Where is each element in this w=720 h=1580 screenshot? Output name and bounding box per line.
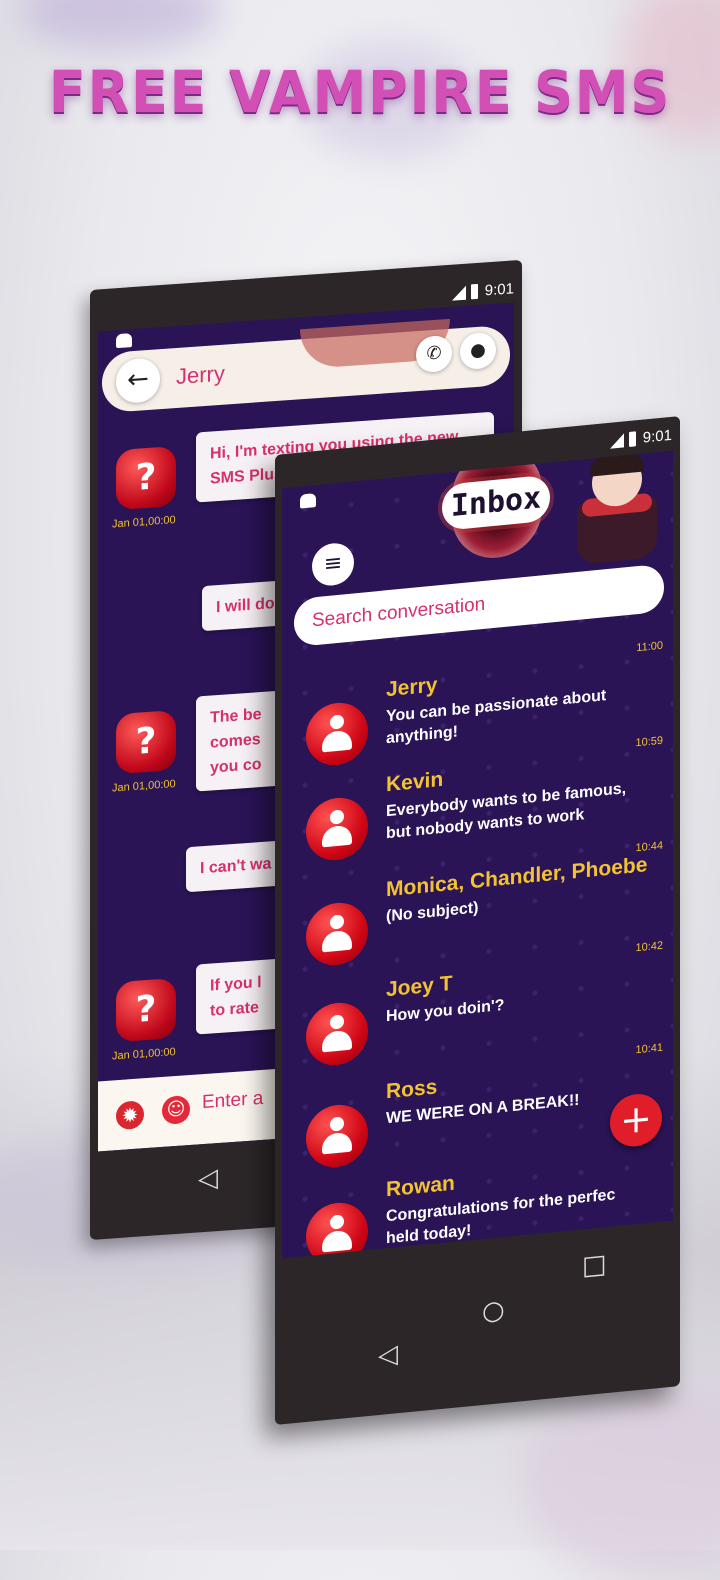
battery-icon — [471, 283, 478, 300]
contact-avatar — [306, 1102, 368, 1171]
message-date: Jan 01,00:00 — [112, 778, 176, 795]
message-input[interactable]: Enter a — [202, 1088, 263, 1114]
battery-icon — [629, 431, 636, 447]
contact-avatar — [306, 1200, 368, 1259]
back-button[interactable]: ← — [116, 357, 160, 405]
contact-avatar — [306, 700, 368, 769]
call-button[interactable]: ✆ — [416, 334, 452, 374]
smiley-icon: ☺ — [166, 1098, 186, 1121]
back-arrow-icon: ← — [127, 363, 149, 396]
inbox-screen: Inbox ≡ Search conversation Jerry You ca… — [282, 450, 673, 1259]
inbox-phone: 9:01 Inbox ≡ Search conversation Jerry Y… — [275, 416, 680, 1425]
conversation-time: 10:41 — [635, 1041, 663, 1057]
status-time: 9:01 — [484, 280, 514, 300]
sticker-button[interactable]: ✹ — [116, 1100, 144, 1131]
signal-icon — [610, 433, 624, 449]
conversation-header: ← Jerry ✆ ● — [102, 318, 510, 414]
conversation-time: 10:42 — [635, 939, 663, 955]
person-icon — [322, 809, 352, 850]
conversation-name: Kevin — [386, 767, 444, 797]
contact-icon: ● — [470, 339, 486, 362]
person-icon — [322, 1014, 352, 1055]
nav-back-icon[interactable]: ◁ — [378, 1339, 398, 1371]
status-time: 9:01 — [642, 426, 672, 447]
emoji-button[interactable]: ☺ — [162, 1095, 190, 1125]
group-icon — [322, 914, 352, 955]
nav-back-icon[interactable]: ◁ — [198, 1163, 218, 1194]
group-avatar — [306, 900, 368, 969]
person-icon — [322, 714, 352, 755]
message-date: Jan 01,00:00 — [112, 514, 176, 531]
conversation-name: Joey T — [386, 971, 453, 1002]
contact-details-button[interactable]: ● — [460, 331, 496, 371]
contact-avatar — [306, 795, 368, 864]
android-notification-icon — [116, 333, 132, 349]
vampire-mascot-illustration — [572, 450, 662, 571]
conversation-time: 10:59 — [635, 734, 663, 750]
conversation-name: Ross — [386, 1075, 438, 1104]
signal-icon — [452, 285, 466, 301]
conversation-name: Rowan — [386, 1171, 455, 1202]
plus-icon: + — [620, 1095, 652, 1143]
nav-recent-apps-icon[interactable]: □ — [582, 1249, 607, 1281]
headline: FREE VAMPIRE SMS — [48, 58, 672, 126]
conversation-time: 10:44 — [635, 839, 663, 855]
sender-avatar[interactable]: ? — [116, 977, 176, 1043]
menu-button[interactable]: ≡ — [312, 541, 354, 588]
person-icon — [322, 1116, 352, 1157]
person-icon — [322, 1214, 352, 1255]
sun-sticker-icon: ✹ — [121, 1102, 139, 1128]
contact-name: Jerry — [176, 360, 225, 389]
sender-avatar[interactable]: ? — [116, 709, 176, 775]
conversation-name: Jerry — [386, 673, 438, 702]
conversation-time: 11:00 — [636, 639, 663, 655]
contact-avatar — [306, 1000, 368, 1069]
phone-icon: ✆ — [426, 342, 442, 365]
hamburger-menu-icon: ≡ — [323, 550, 343, 578]
nav-home-icon[interactable]: ○ — [482, 1295, 505, 1327]
sender-avatar[interactable]: ? — [116, 445, 176, 511]
message-date: Jan 01,00:00 — [112, 1046, 176, 1063]
